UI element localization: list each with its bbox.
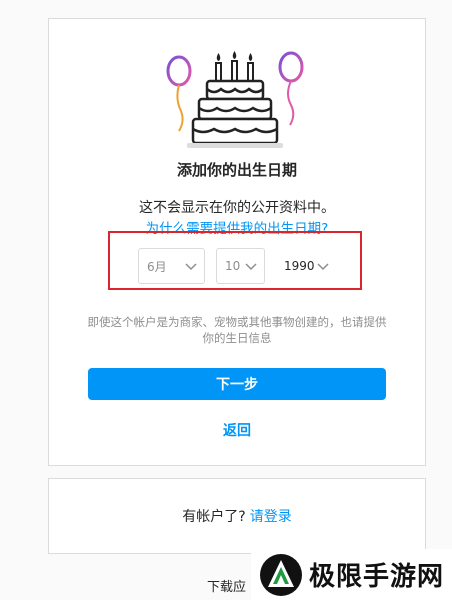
birthday-cake-illustration — [166, 51, 304, 148]
next-button[interactable]: 下一步 — [88, 368, 386, 400]
month-value: 6月 — [147, 259, 167, 274]
chevron-down-icon — [317, 263, 329, 271]
privacy-info-text: 这不会显示在你的公开资料中。 — [139, 200, 335, 216]
chevron-down-icon — [245, 263, 257, 271]
watermark-text: 极限手游网 — [309, 562, 445, 592]
chevron-down-icon — [185, 263, 197, 271]
year-select[interactable]: 1990 — [275, 248, 337, 284]
page-title: 添加你的出生日期 — [176, 161, 297, 179]
login-card: 有帐户了? 请登录 — [48, 478, 426, 554]
have-account-text: 有帐户了? — [182, 509, 246, 525]
day-select[interactable]: 10 — [216, 248, 265, 284]
year-value: 1990 — [284, 259, 315, 273]
back-link[interactable]: 返回 — [48, 420, 426, 440]
day-value: 10 — [225, 259, 241, 273]
watermark: 极限手游网 — [251, 549, 452, 600]
login-link[interactable]: 请登录 — [250, 506, 292, 526]
download-app-text: 下载应 — [207, 580, 247, 595]
month-select[interactable]: 6月 — [138, 248, 205, 284]
watermark-logo-icon — [260, 553, 302, 596]
